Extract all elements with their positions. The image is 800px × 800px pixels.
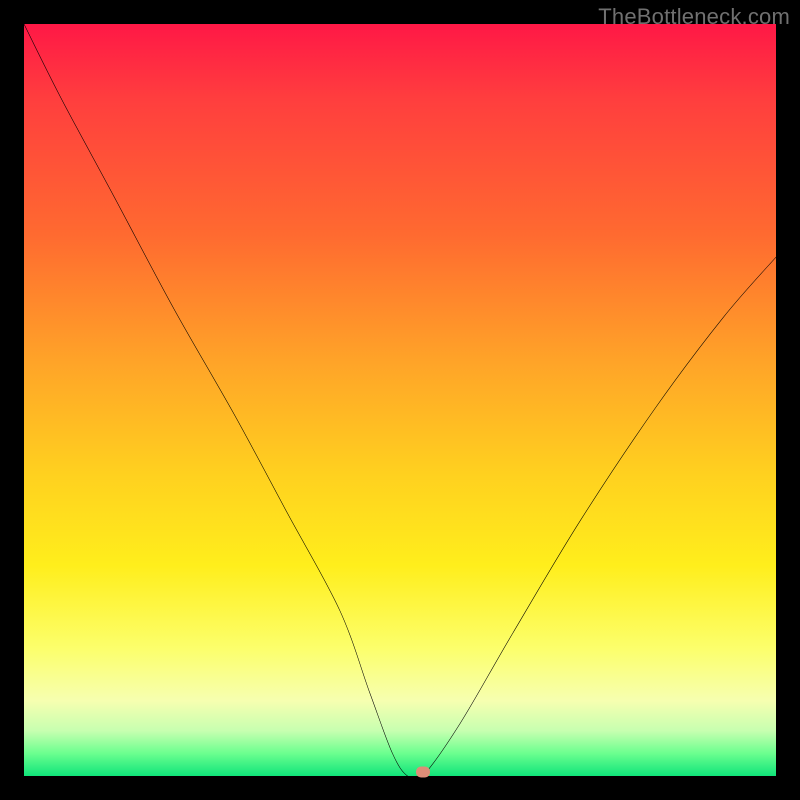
bottleneck-gradient-background [24, 24, 776, 776]
axis-border-left [0, 0, 24, 800]
watermark-text: TheBottleneck.com [598, 4, 790, 30]
axis-border-bottom [0, 776, 800, 800]
chart-frame: TheBottleneck.com [0, 0, 800, 800]
axis-border-right [776, 0, 800, 800]
optimal-point-marker [416, 767, 430, 778]
